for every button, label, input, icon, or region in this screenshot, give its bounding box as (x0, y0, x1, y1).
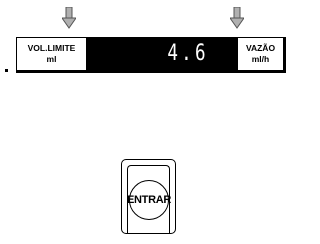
vol-limite-label: VOL.LIMITE (27, 43, 76, 53)
enter-button[interactable]: ENTRAR (121, 159, 176, 234)
vol-limite-unit: ml (46, 54, 57, 64)
display-value: 4.6 (167, 41, 209, 66)
indicator-dot (5, 69, 8, 72)
enter-button-label: ENTRAR (127, 180, 171, 220)
arrow-down-icon (230, 7, 244, 29)
vazao-softkey[interactable]: VAZÃO ml/h (237, 37, 286, 73)
vazao-label: VAZÃO (245, 43, 276, 53)
arrow-down-icon (62, 7, 76, 29)
vol-limite-softkey[interactable]: VOL.LIMITE ml (16, 37, 89, 73)
display-screen: 4.6 (89, 37, 237, 73)
vazao-unit: ml/h (251, 54, 270, 64)
